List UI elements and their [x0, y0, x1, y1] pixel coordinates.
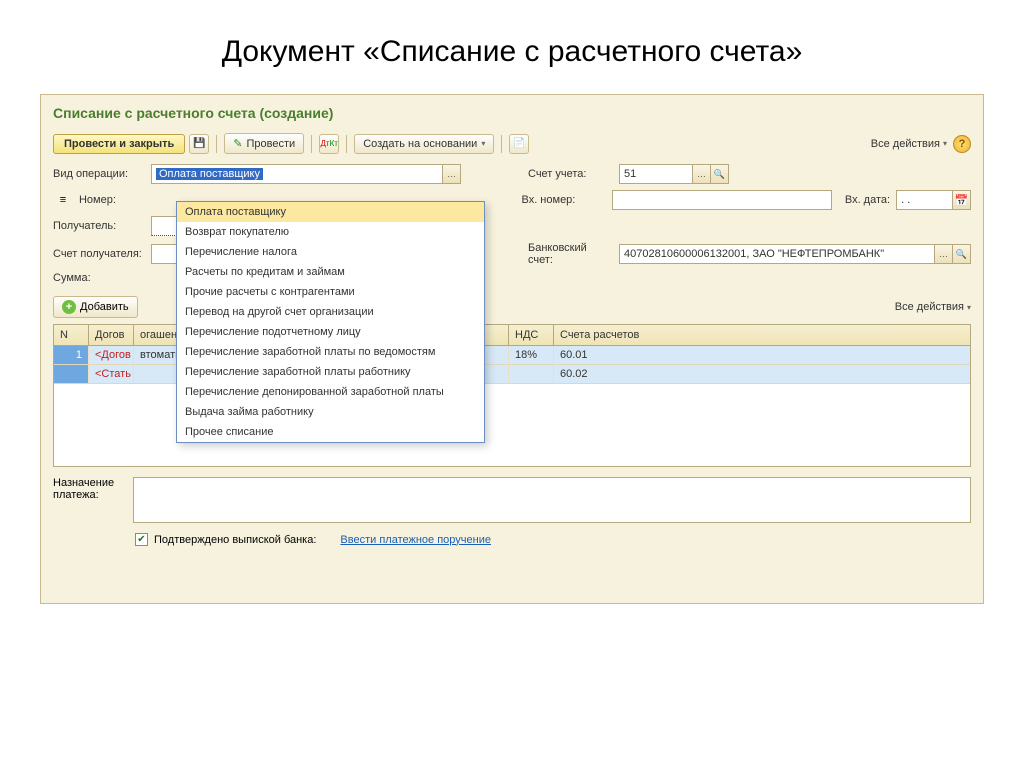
- dropdown-item[interactable]: Прочие расчеты с контрагентами: [177, 282, 484, 302]
- operation-label: Вид операции:: [53, 168, 145, 180]
- separator: [216, 135, 217, 153]
- all-actions-grid-label: Все действия: [895, 301, 964, 313]
- sum-label: Сумма:: [53, 272, 145, 284]
- toolbar: Провести и закрыть 💾 ✎ Провести ДтКт Соз…: [41, 129, 983, 162]
- dropdown-item[interactable]: Перечисление депонированной заработной п…: [177, 382, 484, 402]
- confirmed-checkbox[interactable]: ✔: [135, 533, 148, 546]
- help-icon[interactable]: ?: [953, 135, 971, 153]
- separator: [346, 135, 347, 153]
- cell-account[interactable]: 60.01: [554, 346, 970, 364]
- dropdown-item[interactable]: Перечисление заработной платы работнику: [177, 362, 484, 382]
- search-icon[interactable]: 🔍: [710, 165, 728, 183]
- post-label: Провести: [247, 138, 296, 150]
- select-button[interactable]: …: [442, 165, 460, 183]
- app-window: Списание с расчетного счета (создание) П…: [40, 94, 984, 604]
- cell-account[interactable]: 60.02: [554, 365, 970, 383]
- dt-kt-icon[interactable]: ДтКт: [319, 134, 339, 154]
- dropdown-item[interactable]: Перевод на другой счет организации: [177, 302, 484, 322]
- caret-down-icon: ▾: [967, 303, 971, 312]
- purpose-textarea[interactable]: [133, 477, 971, 523]
- save-icon[interactable]: 💾: [189, 134, 209, 154]
- post-icon: ✎: [233, 137, 242, 150]
- account-value: 51: [620, 168, 692, 180]
- incoming-date-value: . .: [897, 194, 952, 206]
- search-icon[interactable]: 🔍: [952, 245, 970, 263]
- row-num: [54, 365, 89, 383]
- create-based-label: Создать на основании: [363, 138, 477, 150]
- caret-down-icon: ▾: [943, 139, 947, 148]
- cell-contract[interactable]: <Стать: [89, 365, 134, 383]
- report-icon[interactable]: 📄: [509, 134, 529, 154]
- bank-account-input[interactable]: 40702810600006132001, ЗАО "НЕФТЕПРОМБАНК…: [619, 244, 971, 264]
- purpose-label: Назначение платежа:: [53, 477, 125, 523]
- confirmed-label: Подтверждено выпиской банка:: [154, 534, 316, 546]
- dropdown-item[interactable]: Расчеты по кредитам и займам: [177, 262, 484, 282]
- cell-vat[interactable]: 18%: [509, 346, 554, 364]
- dropdown-item[interactable]: Выдача займа работнику: [177, 402, 484, 422]
- operation-input[interactable]: Оплата поставщику …: [151, 164, 461, 184]
- dropdown-item[interactable]: Оплата поставщику: [177, 202, 484, 222]
- row-num: 1: [54, 346, 89, 364]
- account-label: Счет учета:: [528, 168, 613, 180]
- number-label: Номер:: [79, 194, 145, 206]
- lines-icon[interactable]: ≡: [53, 194, 73, 206]
- all-actions-button[interactable]: Все действия ▾: [871, 138, 947, 150]
- incoming-date-label: Вх. дата:: [838, 194, 890, 206]
- post-and-close-button[interactable]: Провести и закрыть: [53, 134, 185, 154]
- add-button[interactable]: + Добавить: [53, 296, 138, 318]
- col-contract[interactable]: Догов: [89, 325, 134, 345]
- select-button[interactable]: …: [692, 165, 710, 183]
- dropdown-item[interactable]: Перечисление подотчетному лицу: [177, 322, 484, 342]
- post-button[interactable]: ✎ Провести: [224, 133, 304, 154]
- separator: [501, 135, 502, 153]
- account-input[interactable]: 51 … 🔍: [619, 164, 729, 184]
- calendar-icon[interactable]: 📅: [952, 191, 970, 209]
- incoming-number-input[interactable]: [612, 190, 832, 210]
- enter-payment-link[interactable]: Ввести платежное поручение: [340, 534, 491, 546]
- operation-value: Оплата поставщику: [152, 168, 442, 180]
- bank-account-label: Банковский счет:: [528, 242, 613, 266]
- incoming-date-input[interactable]: . . 📅: [896, 190, 971, 210]
- dropdown-item[interactable]: Перечисление налога: [177, 242, 484, 262]
- caret-down-icon: ▾: [481, 139, 485, 148]
- plus-icon: +: [62, 300, 76, 314]
- add-label: Добавить: [80, 301, 129, 313]
- dropdown-item[interactable]: Перечисление заработной платы по ведомос…: [177, 342, 484, 362]
- separator: [311, 135, 312, 153]
- select-button[interactable]: …: [934, 245, 952, 263]
- dropdown-item[interactable]: Возврат покупателю: [177, 222, 484, 242]
- col-n[interactable]: N: [54, 325, 89, 345]
- create-based-button[interactable]: Создать на основании ▾: [354, 134, 494, 154]
- col-accounts[interactable]: Счета расчетов: [554, 325, 970, 345]
- bank-account-value: 40702810600006132001, ЗАО "НЕФТЕПРОМБАНК…: [620, 248, 934, 260]
- form-title: Списание с расчетного счета (создание): [41, 95, 983, 129]
- recipient-account-label: Счет получателя:: [53, 248, 145, 260]
- col-vat[interactable]: НДС: [509, 325, 554, 345]
- all-actions-grid-button[interactable]: Все действия ▾: [895, 301, 971, 313]
- recipient-label: Получатель:: [53, 220, 145, 232]
- incoming-number-label: Вх. номер:: [521, 194, 606, 206]
- slide-title: Документ «Списание с расчетного счета»: [0, 0, 1024, 94]
- all-actions-label: Все действия: [871, 138, 940, 150]
- dropdown-item[interactable]: Прочее списание: [177, 422, 484, 442]
- cell-contract[interactable]: <Догов: [89, 346, 134, 364]
- cell-vat[interactable]: [509, 365, 554, 383]
- operation-dropdown: Оплата поставщику Возврат покупателю Пер…: [176, 201, 485, 443]
